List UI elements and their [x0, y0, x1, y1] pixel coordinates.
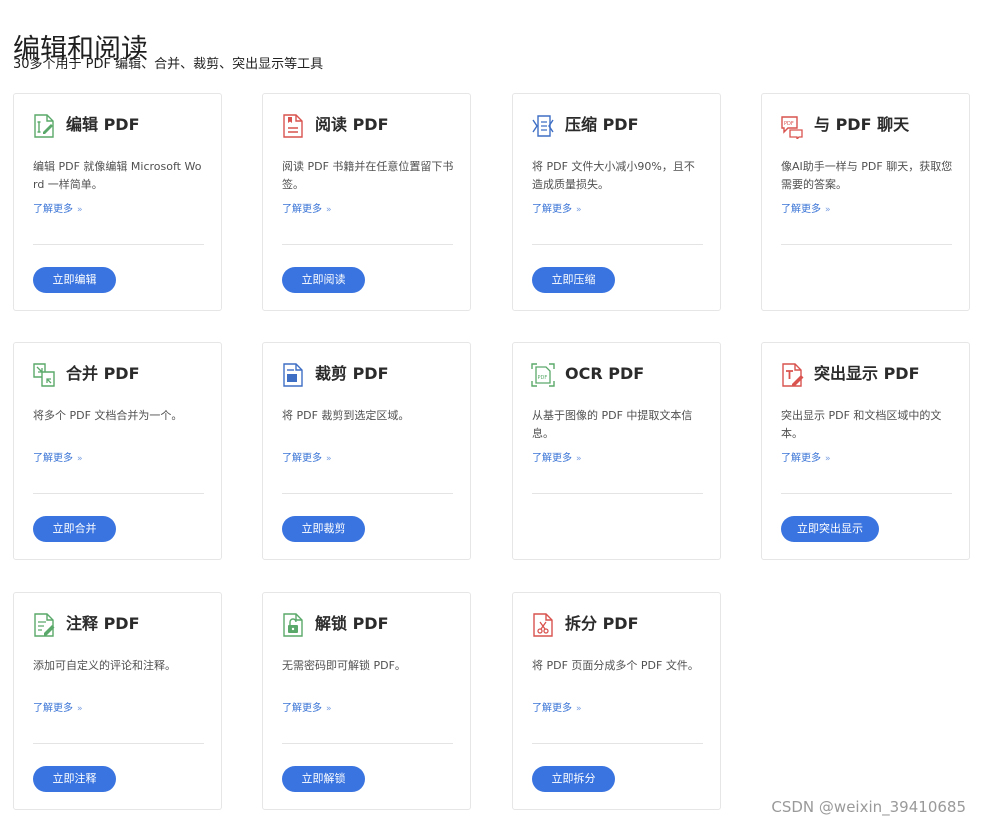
merge-now-button[interactable]: 立即合并 [33, 516, 116, 542]
learn-more-link[interactable]: 了解更多» [33, 203, 83, 217]
card-divider [532, 244, 703, 245]
tool-card-split: 拆分 PDF 将 PDF 页面分成多个 PDF 文件。 了解更多» 立即拆分 [512, 592, 721, 810]
learn-more-link[interactable]: 了解更多» [532, 203, 582, 217]
tool-description: 将 PDF 页面分成多个 PDF 文件。 [532, 659, 699, 672]
tool-card-merge: 合并 PDF 将多个 PDF 文档合并为一个。 了解更多» 立即合并 [13, 342, 222, 560]
card-divider [33, 493, 204, 494]
tool-name: 裁剪 PDF [315, 364, 389, 383]
tool-name: 压缩 PDF [565, 115, 639, 134]
annotate-now-button[interactable]: 立即注释 [33, 766, 116, 792]
tool-name: 突出显示 PDF [814, 364, 920, 383]
page-subtitle: 30多个用于 PDF 编辑、合并、裁剪、突出显示等工具 [13, 57, 324, 72]
card-divider [532, 743, 703, 744]
tool-description: 无需密码即可解锁 PDF。 [282, 659, 406, 672]
double-chevron-icon: » [77, 704, 83, 714]
card-divider [33, 743, 204, 744]
learn-more-link[interactable]: 了解更多» [781, 452, 831, 466]
highlight-now-button[interactable]: 立即突出显示 [781, 516, 879, 542]
double-chevron-icon: » [825, 205, 831, 215]
card-divider [532, 493, 703, 494]
learn-more-link[interactable]: 了解更多» [282, 452, 332, 466]
tool-description: 添加可自定义的评论和注释。 [33, 659, 176, 672]
card-divider [282, 743, 453, 744]
double-chevron-icon: » [326, 454, 332, 464]
read-now-button[interactable]: 立即阅读 [282, 267, 365, 293]
tool-name: 阅读 PDF [315, 115, 389, 134]
tool-card-edit: 编辑 PDF 编辑 PDF 就像编辑 Microsoft Word 一样简单。 … [13, 93, 222, 311]
tool-card-compress: 压缩 PDF 将 PDF 文件大小减小90%，且不造成质量损失。 了解更多» 立… [512, 93, 721, 311]
tool-description: 阅读 PDF 书籍并在任意位置留下书签。 [282, 160, 454, 191]
learn-more-link[interactable]: 了解更多» [532, 702, 582, 716]
split-pdf-icon [531, 612, 555, 638]
double-chevron-icon: » [576, 704, 582, 714]
tool-description: 像AI助手一样与 PDF 聊天，获取您需要的答案。 [781, 160, 953, 191]
tool-description: 将 PDF 裁剪到选定区域。 [282, 409, 410, 422]
learn-more-link[interactable]: 了解更多» [33, 702, 83, 716]
tool-card-unlock: 解锁 PDF 无需密码即可解锁 PDF。 了解更多» 立即解锁 [262, 592, 471, 810]
card-divider [33, 244, 204, 245]
tool-name: 与 PDF 聊天 [814, 115, 910, 134]
edit-now-button[interactable]: 立即编辑 [33, 267, 116, 293]
split-now-button[interactable]: 立即拆分 [532, 766, 615, 792]
merge-pdf-icon [32, 362, 56, 388]
ocr-pdf-icon: PDF [531, 362, 555, 388]
tool-description: 将 PDF 文件大小减小90%，且不造成质量损失。 [532, 160, 695, 191]
tool-card-highlight: 突出显示 PDF 突出显示 PDF 和文档区域中的文本。 了解更多» 立即突出显… [761, 342, 970, 560]
double-chevron-icon: » [326, 704, 332, 714]
read-pdf-icon [281, 113, 305, 139]
svg-text:PDF: PDF [784, 121, 794, 127]
annotate-pdf-icon [32, 612, 56, 638]
card-divider [282, 244, 453, 245]
highlight-pdf-icon [780, 362, 804, 388]
crop-pdf-icon [281, 362, 305, 388]
tool-card-chat: PDF 与 PDF 聊天 像AI助手一样与 PDF 聊天，获取您需要的答案。 了… [761, 93, 970, 311]
tools-page: 编辑和阅读 30多个用于 PDF 编辑、合并、裁剪、突出显示等工具 编辑 PDF… [0, 0, 982, 827]
learn-more-link[interactable]: 了解更多» [532, 452, 582, 466]
learn-more-link[interactable]: 了解更多» [282, 203, 332, 217]
card-divider [781, 493, 952, 494]
unlock-pdf-icon [281, 612, 305, 638]
learn-more-link[interactable]: 了解更多» [33, 452, 83, 466]
double-chevron-icon: » [77, 205, 83, 215]
tool-name: 注释 PDF [66, 614, 140, 633]
tool-description: 突出显示 PDF 和文档区域中的文本。 [781, 409, 942, 440]
watermark: CSDN @weixin_39410685 [771, 798, 966, 816]
unlock-now-button[interactable]: 立即解锁 [282, 766, 365, 792]
chat-pdf-icon: PDF [780, 113, 804, 139]
tool-name: 解锁 PDF [315, 614, 389, 633]
tool-name: 编辑 PDF [66, 115, 140, 134]
compress-now-button[interactable]: 立即压缩 [532, 267, 615, 293]
tool-card-annotate: 注释 PDF 添加可自定义的评论和注释。 了解更多» 立即注释 [13, 592, 222, 810]
double-chevron-icon: » [326, 205, 332, 215]
svg-text:PDF: PDF [538, 375, 548, 381]
crop-now-button[interactable]: 立即裁剪 [282, 516, 365, 542]
card-divider [282, 493, 453, 494]
tool-name: 合并 PDF [66, 364, 140, 383]
learn-more-link[interactable]: 了解更多» [781, 203, 831, 217]
double-chevron-icon: » [576, 454, 582, 464]
tool-name: OCR PDF [565, 364, 645, 383]
tool-card-read: 阅读 PDF 阅读 PDF 书籍并在任意位置留下书签。 了解更多» 立即阅读 [262, 93, 471, 311]
double-chevron-icon: » [825, 454, 831, 464]
tool-description: 将多个 PDF 文档合并为一个。 [33, 409, 183, 422]
double-chevron-icon: » [77, 454, 83, 464]
tool-description: 编辑 PDF 就像编辑 Microsoft Word 一样简单。 [33, 160, 202, 191]
tool-card-crop: 裁剪 PDF 将 PDF 裁剪到选定区域。 了解更多» 立即裁剪 [262, 342, 471, 560]
double-chevron-icon: » [576, 205, 582, 215]
tool-description: 从基于图像的 PDF 中提取文本信息。 [532, 409, 693, 440]
card-divider [781, 244, 952, 245]
edit-pdf-icon [32, 113, 56, 139]
compress-pdf-icon [531, 113, 555, 139]
tool-card-ocr: PDF OCR PDF 从基于图像的 PDF 中提取文本信息。 了解更多» [512, 342, 721, 560]
tool-name: 拆分 PDF [565, 614, 639, 633]
learn-more-link[interactable]: 了解更多» [282, 702, 332, 716]
